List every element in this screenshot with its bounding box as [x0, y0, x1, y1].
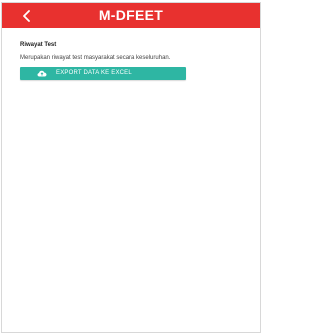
cloud-upload-icon: [37, 70, 47, 77]
section-description: Merupakan riwayat test masyarakat secara…: [20, 55, 171, 61]
app-header: M-DFEET: [2, 3, 260, 28]
export-excel-button[interactable]: EXPORT DATA KE EXCEL: [20, 67, 186, 80]
section-title: Riwayat Test: [20, 42, 57, 48]
main-content: Riwayat Test Merupakan riwayat test masy…: [20, 42, 252, 80]
app-screen: M-DFEET Riwayat Test Merupakan riwayat t…: [1, 2, 261, 333]
back-button[interactable]: [12, 3, 42, 28]
chevron-left-icon: [23, 9, 30, 22]
export-button-label: EXPORT DATA KE EXCEL: [56, 70, 132, 76]
